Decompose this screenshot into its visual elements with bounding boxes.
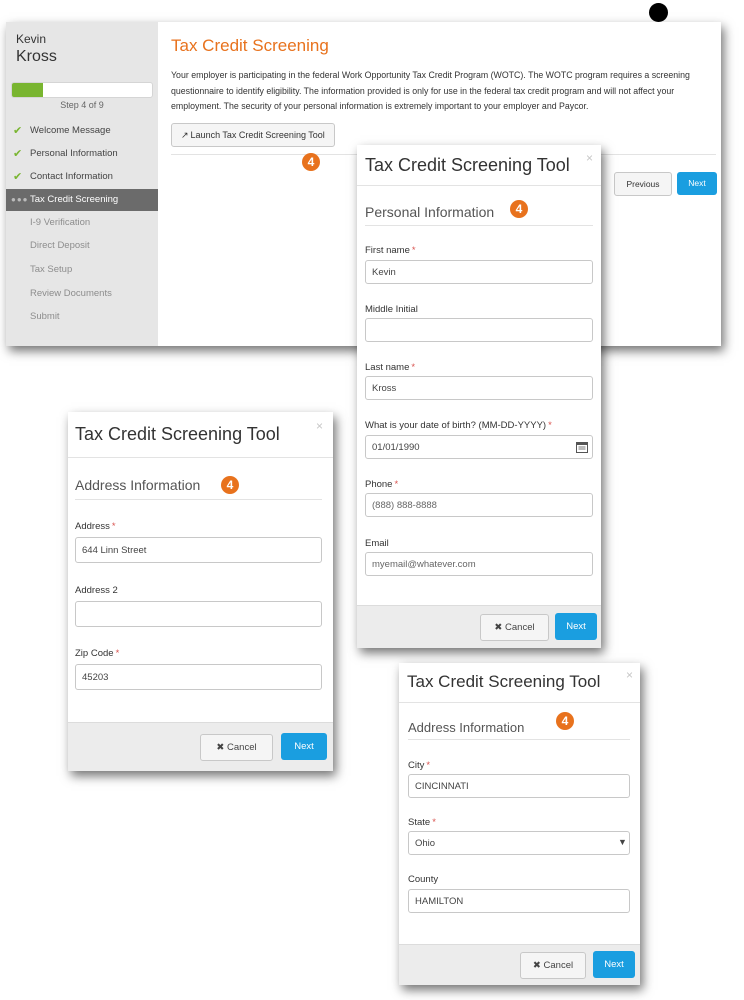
dialog-title: Tax Credit Screening Tool <box>407 672 601 691</box>
sidebar-item-tax-setup[interactable]: Tax Setup <box>6 259 158 281</box>
section-title: Address Information <box>75 477 201 493</box>
middle-initial-input[interactable] <box>365 318 593 342</box>
address-info-dialog-2: Tax Credit Screening Tool × Address Info… <box>399 663 640 985</box>
sidebar-item-label: Submit <box>30 311 60 322</box>
section-divider <box>75 499 322 500</box>
county-input[interactable]: HAMILTON <box>408 889 630 913</box>
close-icon[interactable]: × <box>626 668 633 682</box>
section-divider <box>365 225 593 226</box>
sidebar-item-tax-credit-screening[interactable]: ●●● Tax Credit Screening <box>6 189 158 211</box>
current-step-dots-icon: ●●● <box>11 195 29 204</box>
address-input[interactable]: 644 Linn Street <box>75 537 322 563</box>
sidebar-item-label: I-9 Verification <box>30 217 91 228</box>
user-last-name: Kross <box>16 48 57 65</box>
middle-initial-label: Middle Initial <box>365 304 418 315</box>
cancel-button[interactable]: ✖ Cancel <box>480 614 549 641</box>
first-name-label: First name * <box>365 245 416 256</box>
sidebar-item-welcome-message[interactable]: ✔ Welcome Message <box>6 120 158 142</box>
step-badge: 4 <box>221 476 239 494</box>
dialog-footer: ✖ Cancel Next <box>357 605 601 648</box>
phone-label: Phone * <box>365 479 399 490</box>
cancel-button[interactable]: ✖ Cancel <box>520 952 586 979</box>
email-input[interactable]: myemail@whatever.com <box>365 552 593 576</box>
last-name-input[interactable]: Kross <box>365 376 593 400</box>
dialog-title: Tax Credit Screening Tool <box>75 424 280 444</box>
user-first-name: Kevin <box>16 32 47 46</box>
progress-fill <box>12 83 43 97</box>
dialog-title: Tax Credit Screening Tool <box>365 155 570 175</box>
last-name-label: Last name * <box>365 362 416 373</box>
state-label: State * <box>408 817 436 828</box>
next-button[interactable]: Next <box>555 613 597 640</box>
personal-info-dialog: Tax Credit Screening Tool × Personal Inf… <box>357 145 601 648</box>
share-icon: ↗ <box>181 130 189 140</box>
x-icon: ✖ <box>532 960 544 971</box>
x-icon: ✖ <box>494 622 506 633</box>
sidebar-item-contact-information[interactable]: ✔ Contact Information <box>6 166 158 188</box>
section-title: Address Information <box>408 720 525 735</box>
phone-input[interactable]: (888) 888-8888 <box>365 493 593 517</box>
sidebar-item-label: Direct Deposit <box>30 240 90 251</box>
sidebar-item-label: Welcome Message <box>30 125 111 136</box>
sidebar-item-submit[interactable]: Submit <box>6 306 158 328</box>
address-label: Address * <box>75 521 116 532</box>
page-title: Tax Credit Screening <box>171 36 329 55</box>
state-selected-value: Ohio <box>415 838 436 849</box>
previous-button[interactable]: Previous <box>614 172 672 196</box>
next-button[interactable]: Next <box>677 172 717 195</box>
zip-code-label: Zip Code * <box>75 648 120 659</box>
sidebar-item-label: Contact Information <box>30 171 113 182</box>
section-title: Personal Information <box>365 204 495 220</box>
city-input[interactable]: CINCINNATI <box>408 774 630 798</box>
intro-paragraph: Your employer is participating in the fe… <box>171 70 690 111</box>
sidebar-item-direct-deposit[interactable]: Direct Deposit <box>6 235 158 257</box>
email-label: Email <box>365 538 389 549</box>
first-name-input[interactable]: Kevin <box>365 260 593 284</box>
dialog-header-divider <box>357 185 601 186</box>
progress-bar <box>11 82 153 98</box>
step-badge: 4 <box>510 200 528 218</box>
step-badge: 4 <box>556 712 574 730</box>
date-of-birth-value: 01/01/1990 <box>372 442 420 453</box>
checkmark-icon: ✔ <box>13 148 23 160</box>
dialog-footer: ✖ Cancel Next <box>68 722 333 771</box>
address2-label: Address 2 <box>75 585 118 596</box>
calendar-icon[interactable] <box>572 437 592 457</box>
date-of-birth-label: What is your date of birth? (MM-DD-YYYY)… <box>365 420 552 431</box>
sidebar-item-label: Tax Setup <box>30 264 73 275</box>
launch-button-label: Launch Tax Credit Screening Tool <box>190 130 325 140</box>
marker-dot <box>649 3 668 22</box>
next-button[interactable]: Next <box>593 951 635 978</box>
address-info-dialog: Tax Credit Screening Tool × Address Info… <box>68 412 333 771</box>
cancel-button[interactable]: ✖ Cancel <box>200 734 273 761</box>
city-label: City * <box>408 760 431 771</box>
sidebar-item-label: Tax Credit Screening <box>30 194 119 205</box>
sidebar-item-label: Personal Information <box>30 148 118 159</box>
address2-input[interactable] <box>75 601 322 627</box>
checkmark-icon: ✔ <box>13 125 23 137</box>
step-badge: 4 <box>302 153 320 171</box>
step-indicator: Step 4 of 9 <box>60 100 104 110</box>
sidebar-item-i9-verification[interactable]: I-9 Verification <box>6 212 158 234</box>
dialog-header-divider <box>68 457 333 458</box>
sidebar-item-review-documents[interactable]: Review Documents <box>6 283 158 305</box>
county-label: County <box>408 874 439 885</box>
date-of-birth-input[interactable]: 01/01/1990 <box>365 435 593 459</box>
sidebar-item-personal-information[interactable]: ✔ Personal Information <box>6 143 158 165</box>
zip-code-input[interactable]: 45203 <box>75 664 322 690</box>
sidebar: Kevin Kross Step 4 of 9 ✔ Welcome Messag… <box>6 22 158 346</box>
caret-down-icon: ▼ <box>618 837 627 847</box>
close-icon[interactable]: × <box>586 151 593 165</box>
dialog-header-divider <box>399 702 640 703</box>
next-button[interactable]: Next <box>281 733 327 760</box>
section-divider <box>408 739 630 740</box>
sidebar-item-label: Review Documents <box>30 288 112 299</box>
checkmark-icon: ✔ <box>13 171 23 183</box>
dialog-footer: ✖ Cancel Next <box>399 944 640 985</box>
x-icon: ✖ <box>216 742 228 753</box>
state-select[interactable]: Ohio <box>408 831 630 855</box>
close-icon[interactable]: × <box>316 419 323 433</box>
launch-screening-tool-button[interactable]: ↗ Launch Tax Credit Screening Tool <box>171 123 335 147</box>
